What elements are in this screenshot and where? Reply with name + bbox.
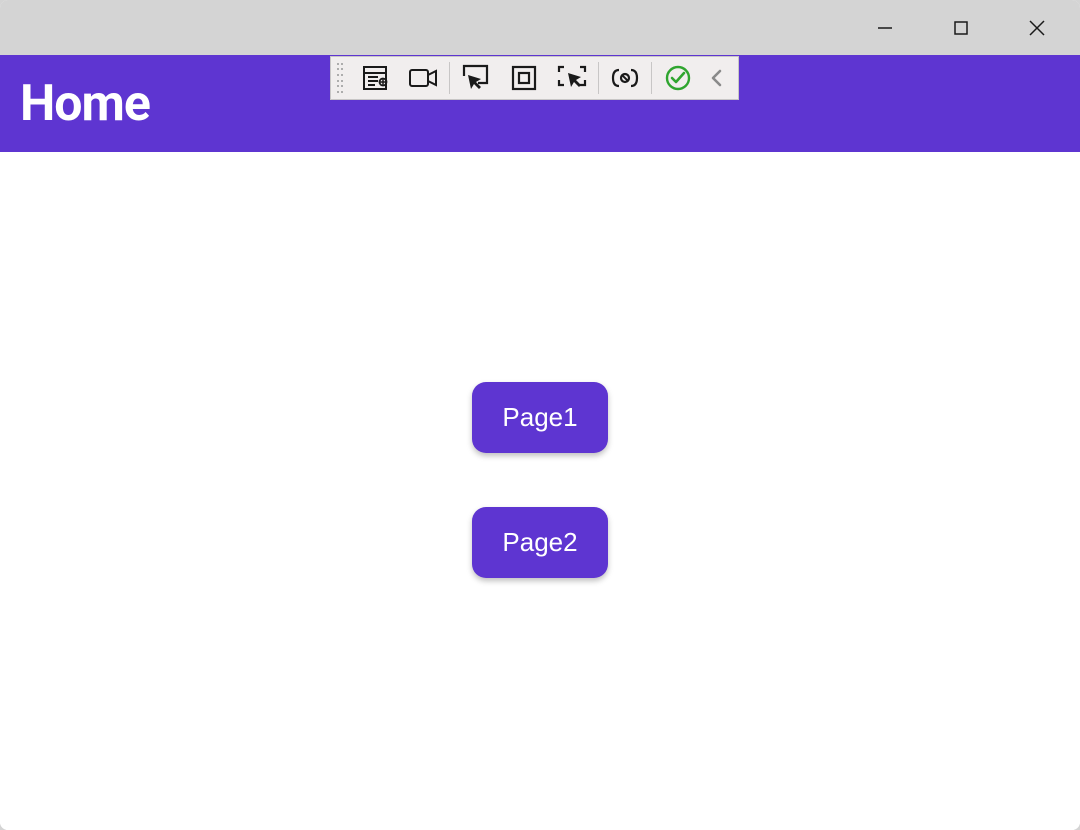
page-title: Home bbox=[20, 75, 150, 133]
close-button[interactable] bbox=[1014, 12, 1060, 44]
live-visual-tree-button[interactable] bbox=[351, 58, 399, 98]
hot-reload-status-button[interactable] bbox=[654, 58, 702, 98]
hot-reload-ok-icon bbox=[664, 64, 692, 92]
live-visual-tree-icon bbox=[361, 64, 389, 92]
page2-button[interactable]: Page2 bbox=[472, 507, 608, 578]
titlebar bbox=[0, 0, 1080, 55]
maximize-icon bbox=[952, 19, 970, 37]
display-layout-adorners-icon bbox=[510, 64, 538, 92]
track-focused-element-button[interactable] bbox=[548, 58, 596, 98]
select-element-button[interactable] bbox=[452, 58, 500, 98]
toolbar-separator bbox=[651, 62, 652, 94]
app-window: Home bbox=[0, 0, 1080, 830]
minimize-icon bbox=[876, 19, 894, 37]
collapse-chevron-left-icon bbox=[709, 67, 725, 89]
app-header: Home bbox=[0, 55, 1080, 152]
close-icon bbox=[1027, 18, 1047, 38]
toolbar-separator bbox=[449, 62, 450, 94]
track-focused-element-icon bbox=[556, 63, 588, 93]
binding-diagnostics-button[interactable] bbox=[601, 58, 649, 98]
binding-diagnostics-icon bbox=[610, 65, 640, 91]
select-element-icon bbox=[461, 63, 491, 93]
toolbar-drag-grip[interactable] bbox=[337, 61, 347, 95]
page1-button[interactable]: Page1 bbox=[472, 382, 608, 453]
collapse-toolbar-button[interactable] bbox=[702, 58, 732, 98]
maximize-button[interactable] bbox=[938, 12, 984, 44]
record-icon bbox=[408, 67, 438, 89]
display-layout-adorners-button[interactable] bbox=[500, 58, 548, 98]
toolbar-separator bbox=[598, 62, 599, 94]
record-button[interactable] bbox=[399, 58, 447, 98]
dev-diagnostics-toolbar[interactable] bbox=[330, 56, 739, 100]
content-area: Page1 Page2 bbox=[0, 152, 1080, 830]
minimize-button[interactable] bbox=[862, 12, 908, 44]
